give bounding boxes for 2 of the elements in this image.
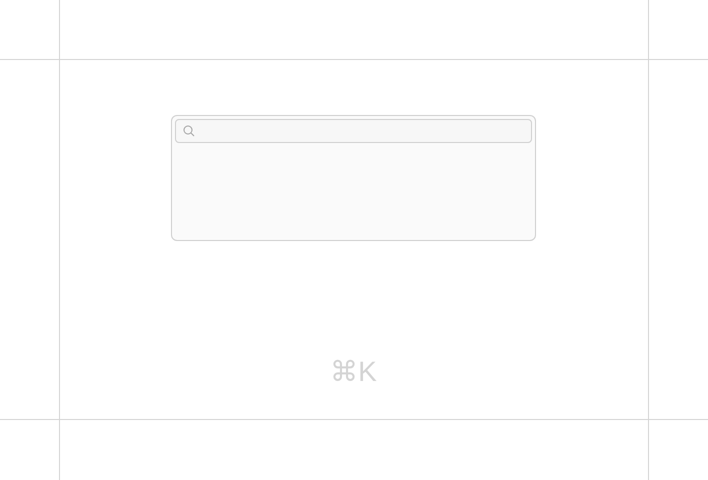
search-field[interactable] [175,119,532,143]
search-icon [183,125,195,137]
